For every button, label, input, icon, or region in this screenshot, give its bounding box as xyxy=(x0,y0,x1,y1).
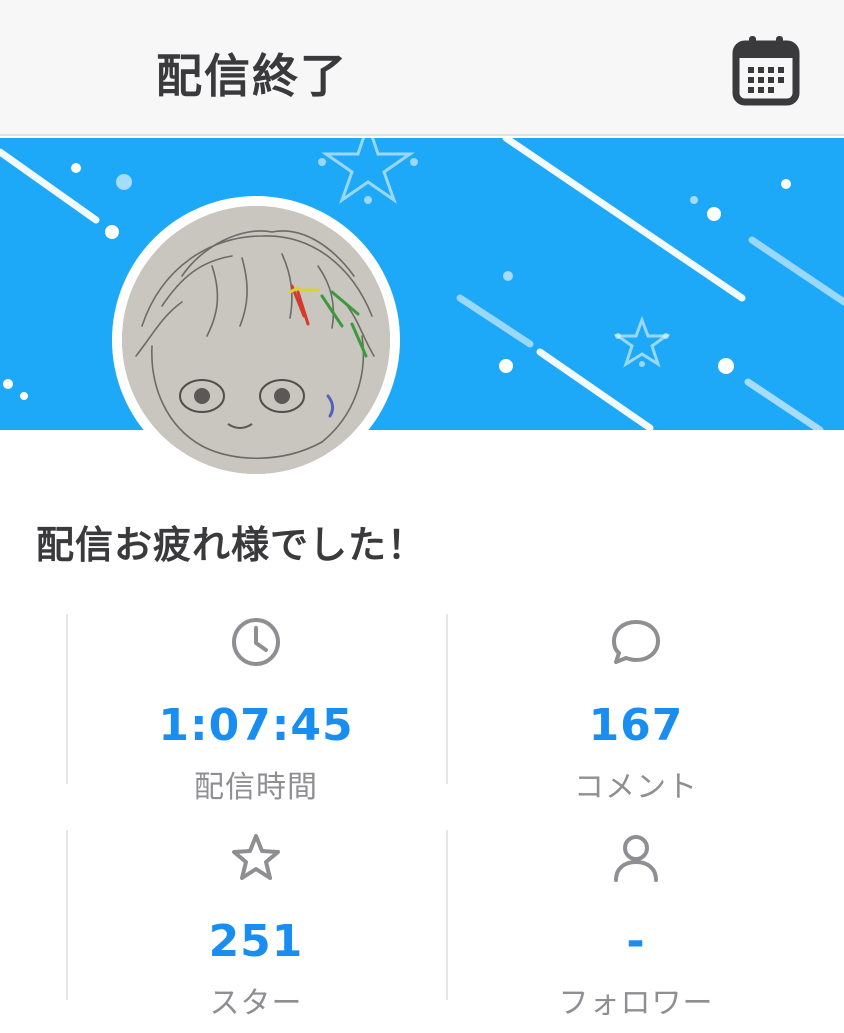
avatar-frame[interactable] xyxy=(112,196,400,484)
calendar-button[interactable] xyxy=(732,34,800,106)
stat-stars: 251 スター xyxy=(66,830,444,1021)
calendar-icon xyxy=(732,36,800,106)
stat-followers: - フォロワー xyxy=(446,830,824,1021)
stat-duration-value: 1:07:45 xyxy=(158,700,354,751)
stat-followers-value: - xyxy=(626,916,646,967)
thank-you-message: 配信お疲れ様でした！ xyxy=(36,523,427,567)
avatar-drawing xyxy=(122,206,390,474)
clock-icon xyxy=(232,618,280,666)
page-title: 配信終了 xyxy=(156,49,348,103)
stat-comments: 167 コメント xyxy=(446,614,824,805)
stat-duration: 1:07:45 配信時間 xyxy=(66,614,444,805)
star-icon xyxy=(232,834,280,880)
stat-stars-value: 251 xyxy=(208,916,304,967)
person-icon xyxy=(614,835,658,882)
comment-icon xyxy=(612,620,660,664)
stat-stars-label: スター xyxy=(209,986,303,1021)
stat-comments-label: コメント xyxy=(574,770,698,805)
stat-followers-label: フォロワー xyxy=(558,986,714,1021)
avatar xyxy=(122,206,390,474)
stat-comments-value: 167 xyxy=(588,700,684,751)
stat-duration-label: 配信時間 xyxy=(194,770,318,805)
header-bar: 配信終了 xyxy=(0,0,844,136)
